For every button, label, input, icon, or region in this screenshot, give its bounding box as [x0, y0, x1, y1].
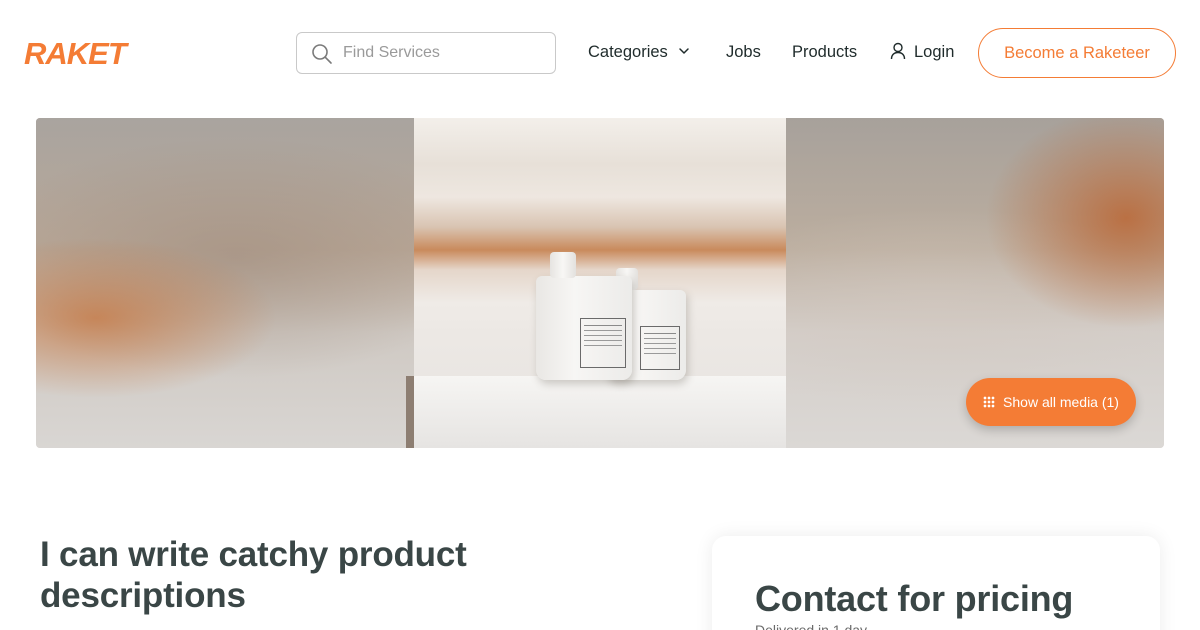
show-all-media-label: Show all media (1) — [1003, 394, 1119, 410]
site-header: RAKET Categories Jobs Products Login Bec… — [0, 0, 1200, 104]
logo-text: RAKET — [24, 36, 130, 70]
become-raketeer-button[interactable]: Become a Raketeer — [978, 28, 1176, 78]
nav-categories[interactable]: Categories — [588, 42, 690, 62]
search-bar[interactable] — [296, 32, 556, 74]
bottle-label — [640, 326, 680, 370]
delivery-time: Delivered in 1 day — [755, 622, 868, 630]
nav-login[interactable]: Login — [890, 42, 954, 62]
nav-login-label: Login — [914, 43, 955, 61]
nav-categories-label: Categories — [588, 43, 668, 61]
become-raketeer-label: Become a Raketeer — [1004, 43, 1150, 62]
hero-gallery[interactable]: Show all media (1) — [36, 118, 1164, 448]
product-bottle — [536, 252, 632, 380]
nav-jobs-label: Jobs — [726, 43, 761, 61]
image-ledge — [414, 376, 786, 448]
chevron-down-icon — [679, 48, 690, 54]
nav-products[interactable]: Products — [792, 42, 857, 62]
search-icon — [312, 44, 332, 64]
hero-product-image[interactable] — [406, 118, 786, 448]
raket-logo[interactable]: RAKET — [24, 36, 158, 70]
user-icon — [890, 42, 906, 60]
image-ledge-edge — [406, 376, 414, 448]
grid-icon — [983, 396, 996, 408]
show-all-media-button[interactable]: Show all media (1) — [966, 378, 1136, 426]
nav-jobs[interactable]: Jobs — [726, 42, 761, 62]
bottle-cap — [550, 252, 576, 278]
pricing-title: Contact for pricing — [755, 578, 1074, 619]
hero-blur-left — [36, 118, 414, 448]
pricing-card: Contact for pricing Delivered in 1 day — [712, 536, 1160, 630]
search-input[interactable] — [343, 33, 543, 73]
service-title: I can write catchy product descriptions — [40, 535, 467, 615]
nav-products-label: Products — [792, 43, 858, 61]
bottle-label — [580, 318, 626, 368]
